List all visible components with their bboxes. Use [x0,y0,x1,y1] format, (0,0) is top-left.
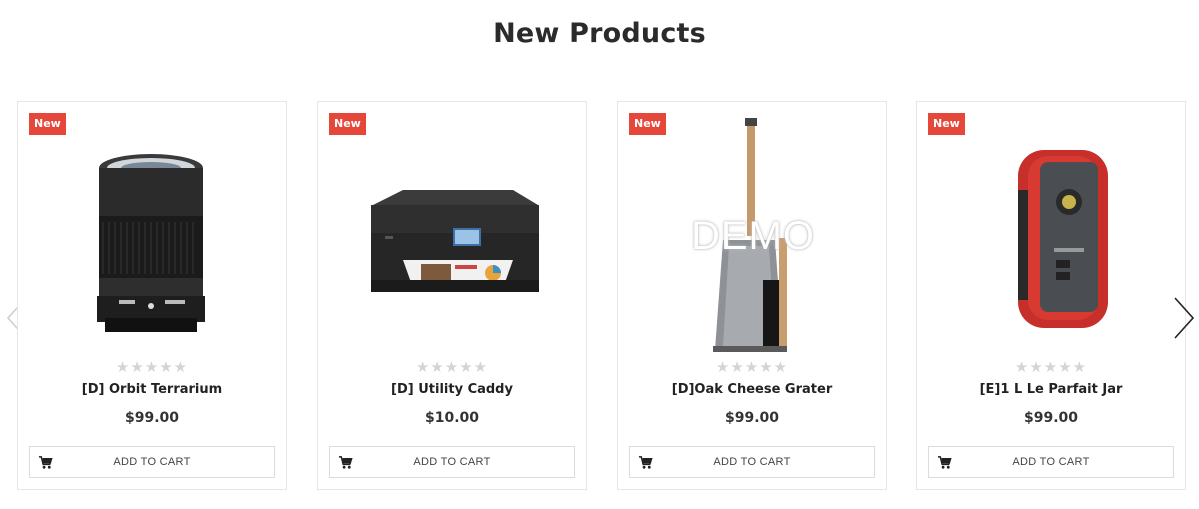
add-to-cart-label: ADD TO CART [413,456,491,468]
product-price: $99.00 [724,410,780,426]
add-to-cart-label: ADD TO CART [1012,456,1090,468]
product-card[interactable]: New DEMO ★★★★★ [D]Oak Cheese Grater $99.… [617,101,887,490]
carousel-next-button[interactable] [1171,296,1197,340]
product-price: $99.00 [1023,410,1079,426]
add-to-cart-label: ADD TO CART [713,456,791,468]
add-to-cart-button[interactable]: ADD TO CART [329,446,575,478]
product-card[interactable]: New ★★★★★ [E]1 L Le Parfait Jar $99.00 A… [916,101,1186,490]
add-to-cart-button[interactable]: ADD TO CART [629,446,875,478]
star-rating: ★★★★★ [715,358,789,376]
product-name[interactable]: [D] Orbit Terrarium [18,382,286,397]
chevron-right-icon [1174,297,1195,339]
product-price: $99.00 [124,410,180,426]
section-title: New Products [493,18,706,49]
product-card[interactable]: New ★★★★★ [D] Orbit Terrarium $99.00 ADD… [17,101,287,490]
star-rating: ★★★★★ [415,358,489,376]
camera-lens-image[interactable] [43,110,263,355]
add-to-cart-label: ADD TO CART [113,456,191,468]
star-rating: ★★★★★ [1014,358,1088,376]
add-to-cart-button[interactable]: ADD TO CART [29,446,275,478]
product-name[interactable]: [D]Oak Cheese Grater [618,382,886,397]
demo-watermark: DEMO [691,214,815,258]
product-name[interactable]: [D] Utility Caddy [318,382,586,397]
add-to-cart-button[interactable]: ADD TO CART [928,446,1174,478]
product-price: $10.00 [424,410,480,426]
product-card[interactable]: New ★★★★★ [D] Utility Caddy $10.00 ADD T… [317,101,587,490]
printer-image[interactable] [343,110,563,355]
red-radio-image[interactable] [942,110,1162,355]
product-name[interactable]: [E]1 L Le Parfait Jar [917,382,1185,397]
star-rating: ★★★★★ [115,358,189,376]
